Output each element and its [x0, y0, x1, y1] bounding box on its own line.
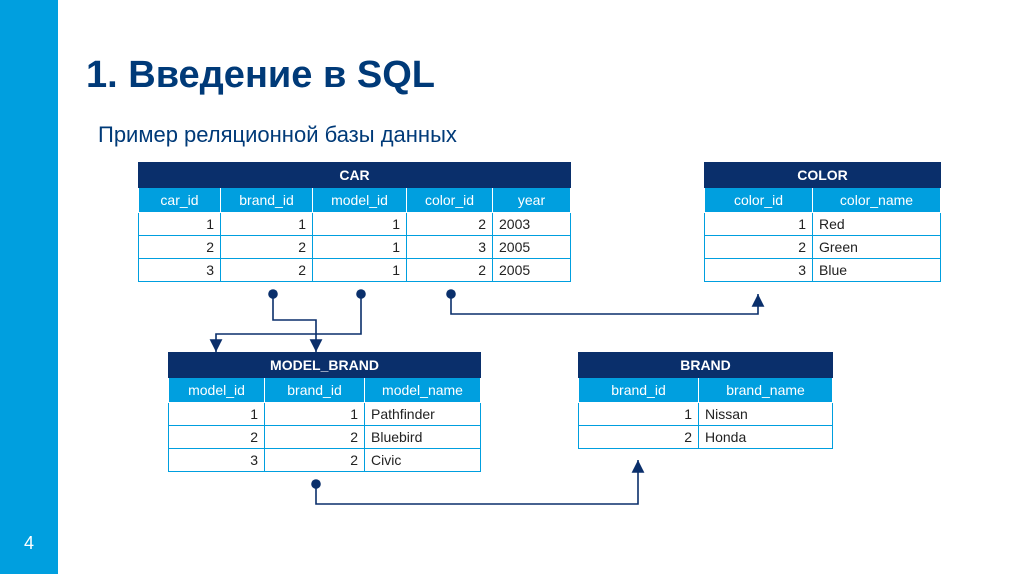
col-header: brand_id — [221, 188, 313, 213]
col-header: year — [493, 188, 571, 213]
col-header: model_id — [169, 378, 265, 403]
col-header: color_id — [407, 188, 493, 213]
table-row: 1 Red — [705, 213, 941, 236]
table-car-title: CAR — [139, 163, 571, 188]
col-header: car_id — [139, 188, 221, 213]
table-row: 2 2 1 3 2005 — [139, 236, 571, 259]
table-color: COLOR color_id color_name 1 Red 2 Green … — [704, 162, 941, 282]
table-row: 3 Blue — [705, 259, 941, 282]
table-row: 3 2 1 2 2005 — [139, 259, 571, 282]
col-header: model_name — [365, 378, 481, 403]
table-car: CAR car_id brand_id model_id color_id ye… — [138, 162, 571, 282]
rel-car-colorid-to-color — [451, 294, 758, 314]
col-header: brand_id — [265, 378, 365, 403]
col-header: brand_id — [579, 378, 699, 403]
table-row: 1 1 1 2 2003 — [139, 213, 571, 236]
table-row: 2 Green — [705, 236, 941, 259]
diagram-canvas: CAR car_id brand_id model_id color_id ye… — [58, 0, 1024, 574]
table-brand: BRAND brand_id brand_name 1 Nissan 2 Hon… — [578, 352, 833, 449]
col-header: color_id — [705, 188, 813, 213]
table-model-brand: MODEL_BRAND model_id brand_id model_name… — [168, 352, 481, 472]
table-row: 1 1 Pathfinder — [169, 403, 481, 426]
table-row: 2 Honda — [579, 426, 833, 449]
table-row: 1 Nissan — [579, 403, 833, 426]
slide-sidebar — [0, 0, 58, 574]
relation-connectors — [58, 0, 1024, 574]
table-color-title: COLOR — [705, 163, 941, 188]
rel-car-modelid-to-modelbrand — [216, 294, 361, 352]
table-brand-title: BRAND — [579, 353, 833, 378]
col-header: brand_name — [699, 378, 833, 403]
page-number: 4 — [0, 533, 58, 554]
table-row: 2 2 Bluebird — [169, 426, 481, 449]
col-header: color_name — [813, 188, 941, 213]
table-model-brand-title: MODEL_BRAND — [169, 353, 481, 378]
rel-car-brandid-to-modelbrand — [273, 294, 316, 352]
table-row: 3 2 Civic — [169, 449, 481, 472]
col-header: model_id — [313, 188, 407, 213]
